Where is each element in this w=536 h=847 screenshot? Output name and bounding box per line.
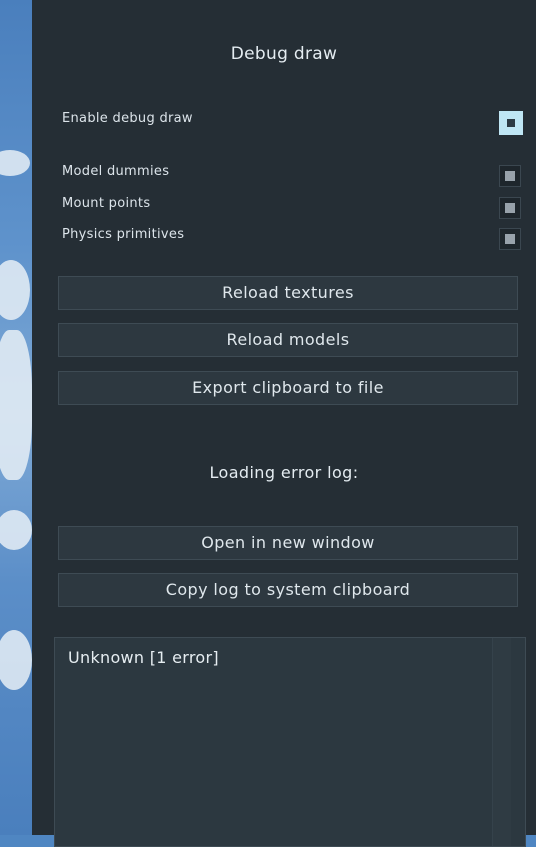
cloud-decoration [0, 330, 32, 480]
mount-points-checkbox[interactable] [499, 197, 521, 219]
open-in-new-window-button[interactable]: Open in new window [58, 526, 518, 560]
checkbox-mark [505, 234, 515, 244]
model-dummies-label: Model dummies [62, 164, 170, 179]
log-scrollbar[interactable] [492, 638, 511, 846]
reload-textures-button[interactable]: Reload textures [58, 276, 518, 310]
mount-points-label: Mount points [62, 196, 151, 211]
checkbox-mark [505, 171, 515, 181]
background-sky [0, 0, 32, 835]
cloud-decoration [0, 150, 30, 176]
model-dummies-checkbox[interactable] [499, 165, 521, 187]
panel-title: Debug draw [230, 44, 338, 64]
cloud-decoration [0, 510, 32, 550]
cloud-decoration [0, 260, 30, 320]
enable-debug-draw-label: Enable debug draw [62, 111, 193, 126]
checkbox-mark [505, 203, 515, 213]
error-log-box[interactable]: Unknown [1 error] [54, 637, 526, 847]
error-log-heading: Loading error log: [209, 463, 359, 482]
copy-log-button[interactable]: Copy log to system clipboard [58, 573, 518, 607]
physics-primitives-label: Physics primitives [62, 227, 185, 242]
log-entry[interactable]: Unknown [1 error] [68, 648, 219, 667]
debug-draw-panel: Debug draw Enable debug draw Model dummi… [32, 0, 536, 847]
physics-primitives-checkbox[interactable] [499, 228, 521, 250]
export-clipboard-button[interactable]: Export clipboard to file [58, 371, 518, 405]
cloud-decoration [0, 630, 32, 690]
reload-models-button[interactable]: Reload models [58, 323, 518, 357]
enable-debug-draw-checkbox[interactable] [499, 111, 523, 135]
checkbox-mark [505, 117, 517, 129]
